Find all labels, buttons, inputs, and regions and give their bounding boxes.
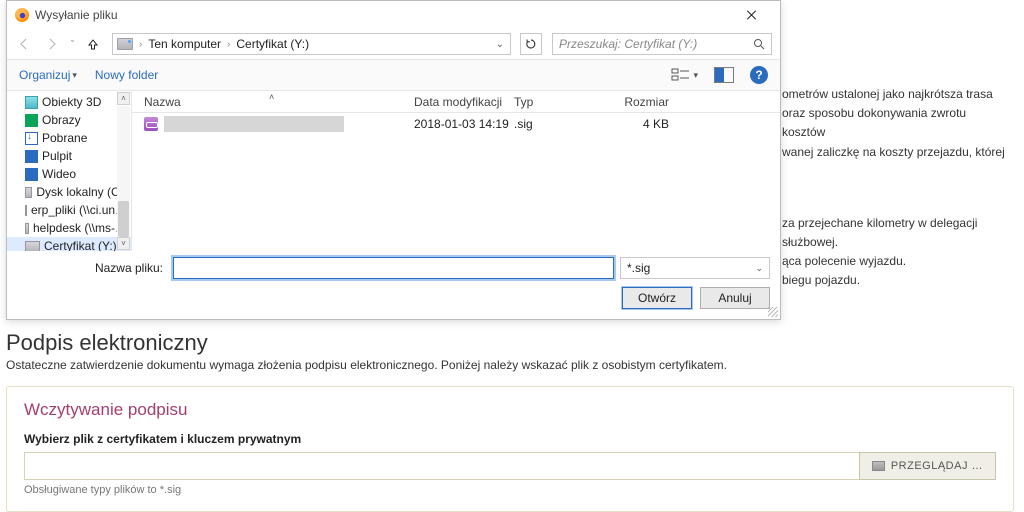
tree-item[interactable]: helpdesk (\\ms-… (7, 219, 131, 237)
column-headers[interactable]: Nazwa˄ Data modyfikacji Typ Rozmiar (132, 91, 780, 113)
file-type-hint: Obsługiwane typy plików to *.sig (24, 484, 996, 496)
filename-label: Nazwa pliku: (17, 261, 167, 275)
signature-panel: Wczytywanie podpisu Wybierz plik z certy… (6, 386, 1014, 512)
page-subtitle: Ostateczne zatwierdzenie dokumentu wymag… (6, 358, 1014, 372)
resize-grip[interactable] (768, 307, 778, 317)
open-button[interactable]: Otwórz (622, 287, 692, 309)
folder-tree: ˄ ˅ Obiekty 3D Obrazy Pobrane Pulpit Wid… (7, 91, 132, 251)
search-box[interactable]: Przeszukaj: Certyfikat (Y:) (552, 33, 772, 55)
tree-item[interactable]: Pulpit (7, 147, 131, 165)
view-mode-button[interactable]: ▾ (671, 68, 698, 82)
obj3d-icon (25, 96, 38, 109)
sort-indicator-icon: ˄ (269, 92, 274, 102)
address-dropdown-icon[interactable]: ⌄ (496, 39, 506, 50)
refresh-button[interactable] (520, 33, 542, 55)
tree-item[interactable]: Obiekty 3D (7, 93, 131, 111)
file-dialog: Wysyłanie pliku ˇ › Ten komputer › Certy… (6, 0, 781, 320)
tree-item[interactable]: Pobrane (7, 129, 131, 147)
tree-scroll-down[interactable]: ˅ (117, 237, 130, 250)
help-button[interactable]: ? (750, 66, 768, 84)
file-pane: Nazwa˄ Data modyfikacji Typ Rozmiar 2018… (132, 91, 780, 251)
file-name-selected (164, 116, 344, 132)
certificate-file-input[interactable] (24, 452, 859, 480)
titlebar: Wysyłanie pliku (7, 1, 780, 29)
search-placeholder: Przeszukaj: Certyfikat (Y:) (559, 37, 697, 51)
network-drive-icon (25, 241, 40, 252)
cancel-button[interactable]: Anuluj (700, 287, 770, 309)
address-bar[interactable]: › Ten komputer › Certyfikat (Y:) ⌄ (112, 33, 511, 55)
folder-icon (872, 461, 885, 471)
panel-label: Wybierz plik z certyfikatem i kluczem pr… (24, 432, 996, 446)
close-icon (747, 10, 757, 20)
file-filter-dropdown[interactable]: *.sig⌄ (620, 257, 770, 279)
history-dropdown[interactable]: ˇ (71, 39, 74, 49)
network-drive-icon (25, 223, 29, 234)
back-button[interactable] (15, 35, 33, 53)
preview-pane-toggle[interactable] (714, 67, 734, 83)
tree-item[interactable]: Obrazy (7, 111, 131, 129)
drive-icon (25, 187, 32, 198)
crumb-root[interactable]: Ten komputer (148, 37, 221, 51)
tree-item[interactable]: Wideo (7, 165, 131, 183)
forward-button[interactable] (43, 35, 61, 53)
tree-scrollbar-thumb[interactable] (118, 201, 129, 237)
crumb-folder[interactable]: Certyfikat (Y:) (236, 37, 309, 51)
tree-item[interactable]: Dysk lokalny (C:) (7, 183, 131, 201)
organize-menu[interactable]: Organizuj ▾ (19, 68, 77, 82)
close-button[interactable] (732, 2, 772, 28)
sig-file-icon (144, 117, 158, 131)
filename-input[interactable] (173, 257, 614, 279)
dialog-title: Wysyłanie pliku (35, 8, 732, 22)
nav-row: ˇ › Ten komputer › Certyfikat (Y:) ⌄ Prz… (7, 29, 780, 59)
chevron-down-icon: ⌄ (755, 263, 763, 274)
file-row[interactable]: 2018-01-03 14:19 .sig 4 KB (132, 113, 780, 135)
browse-button[interactable]: PRZEGLĄDAJ … (859, 452, 996, 480)
images-icon (25, 114, 38, 127)
toolbar: Organizuj ▾ Nowy folder ▾ ? (7, 59, 780, 91)
firefox-icon (15, 8, 29, 22)
tree-scroll-up[interactable]: ˄ (117, 92, 130, 105)
tree-item[interactable]: erp_pliki (\\ci.un… (7, 201, 131, 219)
search-icon (753, 38, 765, 50)
downloads-icon (25, 132, 38, 145)
drive-icon (117, 38, 133, 50)
up-button[interactable] (84, 35, 102, 53)
video-icon (25, 168, 38, 181)
panel-title: Wczytywanie podpisu (24, 400, 996, 420)
network-drive-icon (25, 205, 27, 216)
desktop-icon (25, 150, 38, 163)
new-folder-button[interactable]: Nowy folder (95, 68, 158, 82)
background-text: ometrów ustalonej jako najkrótsza trasa … (782, 85, 1012, 291)
tree-item-selected[interactable]: Certyfikat (Y:) (7, 237, 131, 251)
page-heading: Podpis elektroniczny (6, 330, 1014, 356)
dialog-footer: Nazwa pliku: *.sig⌄ Otwórz Anuluj (7, 251, 780, 319)
